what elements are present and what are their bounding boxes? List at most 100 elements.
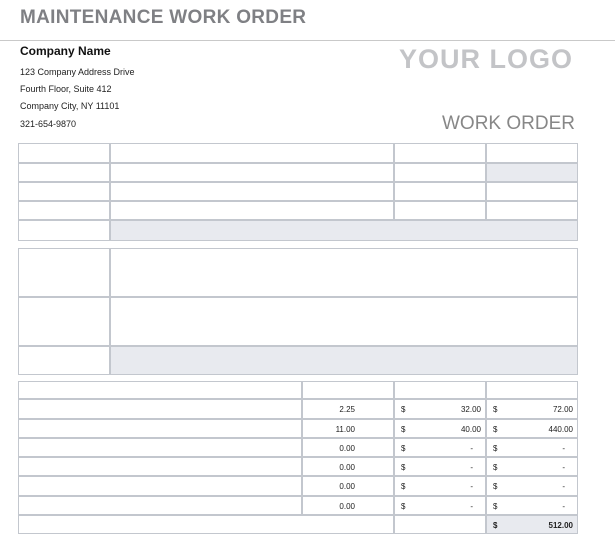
labor-total-label: LABOR TOTAL (394, 515, 486, 534)
company-name[interactable]: Company Name (20, 44, 111, 58)
additional-comments-field[interactable] (110, 346, 578, 375)
expected-end-date-label: EXPECTED END DATE (486, 182, 578, 201)
additional-comments-label-line1: ADDITIONAL (31, 351, 75, 359)
rate-currency: $ (401, 444, 406, 453)
additional-comments-label: ADDITIONAL COMMENTS (18, 346, 110, 375)
title-divider (0, 40, 615, 41)
hours-cell[interactable]: 11.00 (302, 419, 394, 438)
labor-description-cell[interactable] (18, 457, 302, 476)
amount-value: - (562, 463, 565, 472)
labor-description-cell[interactable] (18, 476, 302, 496)
client-email-label: CLIENT EMAIL (18, 182, 110, 201)
rate-currency: $ (401, 463, 406, 472)
labor-total-cell: $ 512.00 (486, 515, 578, 534)
terms-of-service-label-line2: SERVICE (31, 273, 62, 281)
rate-cell[interactable]: $ - (394, 476, 486, 496)
rate-value: - (470, 502, 473, 511)
amount-cell: $440.00 (486, 419, 578, 438)
amount-cell: $ - (486, 438, 578, 457)
labor-description-cell[interactable] (18, 399, 302, 419)
order-received-by-field[interactable] (110, 201, 394, 220)
rate-cell[interactable]: $ - (394, 457, 486, 476)
rate-cell[interactable]: $ - (394, 496, 486, 515)
client-phone-label: CLIENT PHONE (18, 163, 110, 182)
expected-start-date-field[interactable] (394, 201, 486, 220)
amount-header: AMOUNT (486, 381, 578, 399)
rate-value: - (470, 444, 473, 453)
amount-currency: $ (493, 444, 498, 453)
work-location-label: WORK LOCATION (18, 220, 110, 241)
rate-value: - (470, 482, 473, 491)
order-date-label: ORDER DATE (394, 143, 486, 163)
hours-value: 0.00 (339, 482, 355, 491)
expected-end-date-field[interactable] (486, 201, 578, 220)
amount-currency: $ (493, 405, 498, 414)
rate-value: - (470, 463, 473, 472)
hours-value: 0.00 (339, 502, 355, 511)
hours-cell[interactable]: 0.00 (302, 457, 394, 476)
rate-header: RATE (394, 381, 486, 399)
expected-start-date-label: EXPECTED START DATE (394, 182, 486, 201)
order-received-by-label: ORDER RECEIVED BY (18, 201, 110, 220)
work-description-label-line1: WORK (31, 312, 54, 320)
amount-currency: $ (493, 502, 498, 511)
client-name-field[interactable] (110, 143, 394, 163)
client-name-label: CLIENT NAME (18, 143, 110, 163)
work-description-label: WORK DESCRIPTION (18, 297, 110, 346)
company-phone[interactable]: 321-654-9870 (20, 119, 76, 129)
company-address-line1[interactable]: 123 Company Address Drive (20, 67, 135, 77)
labor-total-value: 512.00 (548, 521, 573, 530)
hours-cell[interactable]: 2.25 (302, 399, 394, 419)
rate-cell[interactable]: $32.00 (394, 399, 486, 419)
amount-cell: $ - (486, 496, 578, 515)
work-description-field[interactable] (110, 297, 578, 346)
amount-cell: $ - (486, 476, 578, 496)
amount-currency: $ (493, 425, 498, 434)
hours-value: 0.00 (339, 463, 355, 472)
additional-comments-label-line2: COMMENTS (31, 361, 72, 369)
hours-value: 2.25 (339, 405, 355, 414)
labor-description-header: LABOR DESCRIPTION (18, 381, 302, 399)
hours-value: 0.00 (339, 444, 355, 453)
amount-currency: $ (493, 482, 498, 491)
amount-value: - (562, 482, 565, 491)
rate-cell[interactable]: $ - (394, 438, 486, 457)
rate-currency: $ (401, 405, 406, 414)
order-date-field[interactable] (394, 163, 486, 182)
rate-currency: $ (401, 482, 406, 491)
rate-value: 40.00 (460, 425, 481, 434)
hours-value: 11.00 (335, 425, 355, 434)
rate-currency: $ (401, 425, 406, 434)
logo-placeholder: YOUR LOGO (398, 44, 573, 74)
order-number-field[interactable] (486, 163, 578, 182)
work-location-field[interactable] (110, 220, 578, 241)
order-number-label: ORDER NUMBER (486, 143, 578, 163)
amount-value: - (562, 502, 565, 511)
amount-cell: $ - (486, 457, 578, 476)
client-email-field[interactable] (110, 182, 394, 201)
hours-cell[interactable]: 0.00 (302, 476, 394, 496)
amount-value: 72.00 (552, 405, 573, 414)
page-title: MAINTENANCE WORK ORDER (20, 7, 307, 28)
work-description-label-line2: DESCRIPTION (31, 322, 79, 330)
rate-value: 32.00 (460, 405, 481, 414)
rate-currency: $ (401, 502, 406, 511)
terms-of-service-field[interactable] (110, 248, 578, 297)
company-address-line2[interactable]: Fourth Floor, Suite 412 (20, 84, 112, 94)
terms-of-service-label-line1: TERMS OF (31, 263, 68, 271)
amount-cell: $72.00 (486, 399, 578, 419)
labor-description-cell[interactable] (18, 496, 302, 515)
client-phone-field[interactable] (110, 163, 394, 182)
labor-total-band (18, 515, 394, 534)
hours-cell[interactable]: 0.00 (302, 438, 394, 457)
company-city-line[interactable]: Company City, NY 11101 (20, 101, 119, 111)
form-title: WORK ORDER (442, 113, 575, 134)
hours-header: HOURS (302, 381, 394, 399)
amount-currency: $ (493, 463, 498, 472)
rate-cell[interactable]: $40.00 (394, 419, 486, 438)
labor-description-cell[interactable] (18, 419, 302, 438)
terms-of-service-label: TERMS OF SERVICE (18, 248, 110, 297)
labor-description-cell[interactable] (18, 438, 302, 457)
hours-cell[interactable]: 0.00 (302, 496, 394, 515)
amount-value: - (562, 444, 565, 453)
